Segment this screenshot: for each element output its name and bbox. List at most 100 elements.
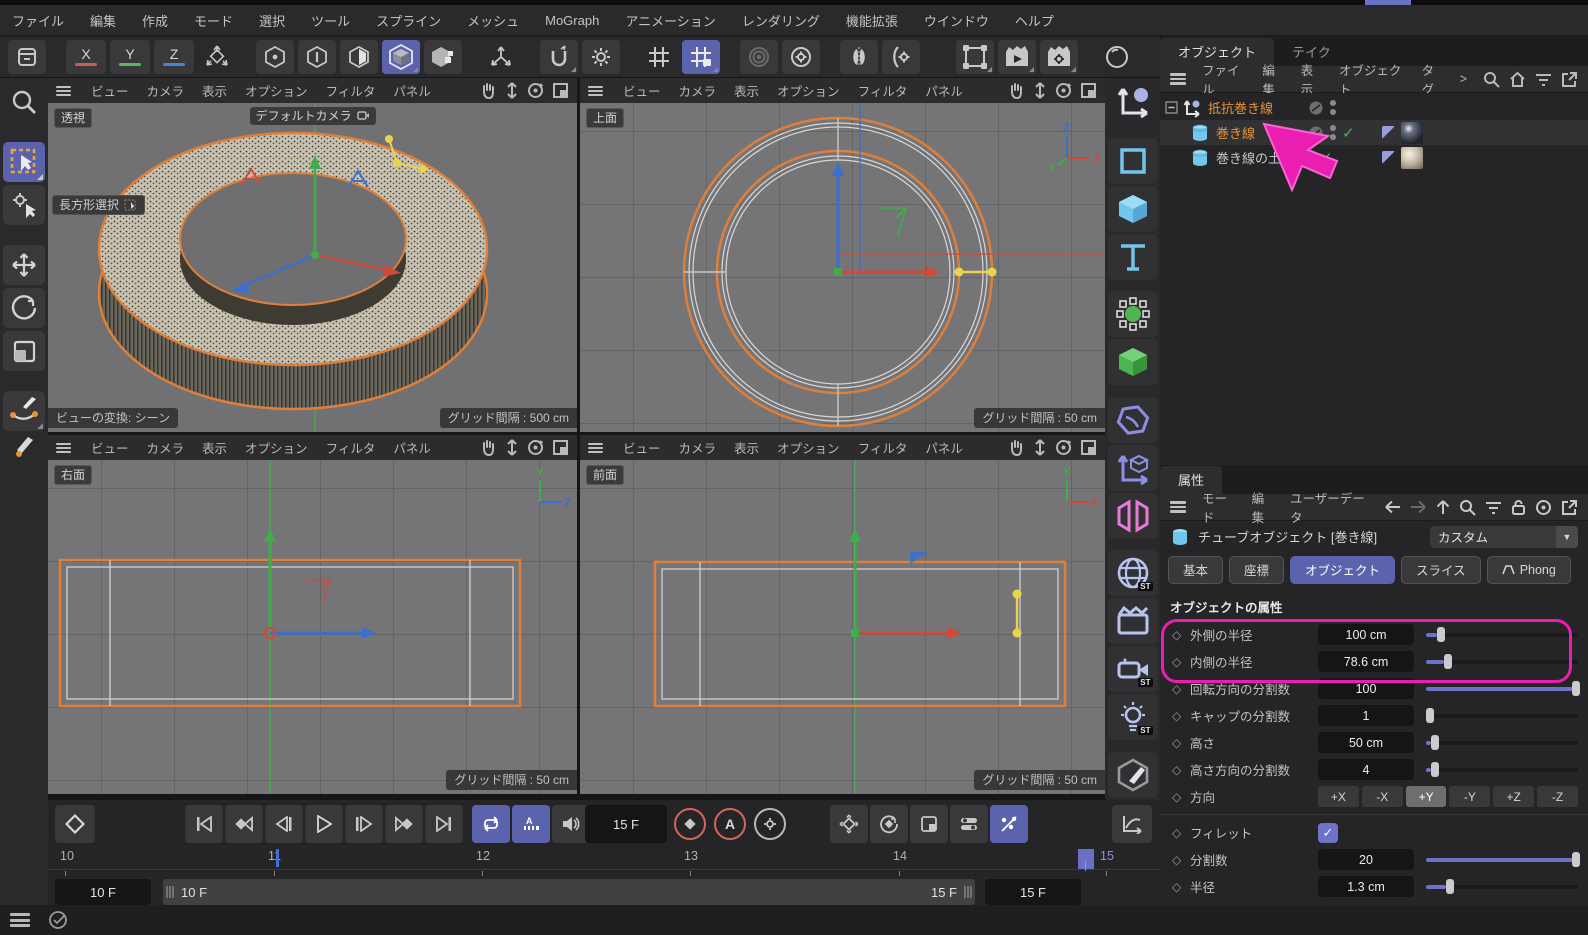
render-view-icon[interactable] <box>956 40 994 74</box>
vp-menu-view[interactable]: ビュー <box>623 81 661 100</box>
key-parameter-icon[interactable] <box>950 805 988 843</box>
playhead[interactable] <box>1078 849 1094 869</box>
rotate-view-icon[interactable] <box>527 82 544 99</box>
rotate-view-icon[interactable] <box>1055 439 1072 456</box>
vp-menu-panel[interactable]: パネル <box>393 81 431 100</box>
forward-icon[interactable] <box>1410 500 1427 514</box>
material-tag-beige[interactable] <box>1401 147 1423 169</box>
inner-radius-field[interactable]: 78.6 cm <box>1318 651 1414 672</box>
goto-end-icon[interactable] <box>425 805 463 843</box>
vp-menu-display[interactable]: 表示 <box>202 81 227 100</box>
orientation-plus-z[interactable]: +Z <box>1493 786 1534 807</box>
vp-menu-view[interactable]: ビュー <box>91 438 129 457</box>
preset-dropdown[interactable]: カスタム▼ <box>1430 526 1578 548</box>
key-rotation-icon[interactable] <box>870 805 908 843</box>
record-keyframe-icon[interactable] <box>670 805 710 843</box>
vp-menu-panel[interactable]: パネル <box>925 438 963 457</box>
visibility-dots[interactable] <box>1330 100 1336 115</box>
viewport-right[interactable]: ビュー カメラ 表示 オプション フィルタ パネル <box>48 435 577 794</box>
vp-menu-camera[interactable]: カメラ <box>147 81 185 100</box>
viewport-menu-icon[interactable] <box>56 86 71 96</box>
current-frame-field[interactable]: 15 F <box>585 805 667 843</box>
prev-frame-icon[interactable] <box>265 805 303 843</box>
menu-spline[interactable]: スプライン <box>376 11 441 30</box>
vp-menu-camera[interactable]: カメラ <box>679 81 717 100</box>
instance-icon[interactable] <box>1108 445 1158 491</box>
collapse-icon[interactable] <box>1165 101 1178 114</box>
perspective-scene[interactable]: 透視 デフォルトカメラ 長方形選択 ビューの変換: シーン グリッド間隔 : 5… <box>48 103 577 432</box>
next-key-icon[interactable] <box>385 805 423 843</box>
rotation-segments-field[interactable]: 100 <box>1318 678 1414 699</box>
scale-icon[interactable] <box>3 331 45 371</box>
height-slider[interactable] <box>1426 732 1578 753</box>
enable-check-icon[interactable]: ✓ <box>1342 124 1355 142</box>
range-start-field[interactable]: 10 F <box>55 879 151 905</box>
play-icon[interactable] <box>305 805 343 843</box>
fillet-radius-slider[interactable] <box>1426 876 1578 897</box>
object-axis-mode-icon[interactable] <box>424 40 462 74</box>
vp-menu-filter[interactable]: フィルタ <box>858 81 908 100</box>
filter-icon[interactable] <box>1535 72 1552 87</box>
symmetry-icon[interactable] <box>840 40 878 74</box>
zoom-view-icon[interactable] <box>1033 82 1047 99</box>
keying-settings-icon[interactable] <box>750 805 790 843</box>
layer-toggle-icon[interactable] <box>1308 100 1324 116</box>
pan-hand-icon[interactable] <box>1008 439 1025 456</box>
timeline-ruler[interactable]: 10 11 12 13 14 15 <box>48 847 1160 869</box>
tube-object-type-icon[interactable] <box>1190 148 1210 168</box>
pen-icon[interactable] <box>3 434 45 458</box>
autokey-range-icon[interactable]: A <box>512 805 550 843</box>
vp-menu-panel[interactable]: パネル <box>925 81 963 100</box>
material-tag-dark[interactable] <box>1401 122 1423 144</box>
object-name[interactable]: 巻き線の土台.. <box>1216 148 1301 167</box>
search-icon[interactable] <box>1483 71 1500 88</box>
lock-icon[interactable] <box>1511 499 1526 516</box>
tree-row-coil[interactable]: 巻き線 ✓ <box>1160 120 1588 145</box>
maximize-view-icon[interactable] <box>552 439 569 456</box>
menu-mode[interactable]: モード <box>194 11 233 30</box>
symmetry-generator-icon[interactable] <box>1108 493 1158 539</box>
isolate-icon[interactable] <box>740 40 778 74</box>
snap-icon[interactable] <box>540 40 578 74</box>
zoom-view-icon[interactable] <box>505 439 519 456</box>
make-editable-icon[interactable] <box>8 40 46 74</box>
range-end-field[interactable]: 15 F <box>985 879 1081 905</box>
popout-icon[interactable] <box>1561 499 1578 516</box>
fillet-checkbox[interactable]: ✓ <box>1318 823 1338 843</box>
vp-menu-display[interactable]: 表示 <box>734 81 759 100</box>
right-scene[interactable]: Y Z 右面 グリッド間隔 : 50 cm <box>48 460 577 794</box>
viewport-perspective[interactable]: ビュー カメラ 表示 オプション フィルタ パネル <box>48 78 577 432</box>
menu-edit[interactable]: 編集 <box>90 11 116 30</box>
outer-radius-field[interactable]: 100 cm <box>1318 624 1414 645</box>
range-right-handle[interactable] <box>961 879 975 905</box>
vp-menu-display[interactable]: 表示 <box>202 438 227 457</box>
vp-menu-display[interactable]: 表示 <box>734 438 759 457</box>
tool-settings-icon[interactable] <box>3 185 45 225</box>
fillet-segments-slider[interactable] <box>1426 849 1578 870</box>
object-name[interactable]: 巻き線 <box>1216 123 1255 142</box>
viewport-top[interactable]: ビュー カメラ 表示 オプション フィルタ パネル <box>580 78 1105 432</box>
prev-key-icon[interactable] <box>225 805 263 843</box>
vp-menu-view[interactable]: ビュー <box>91 81 129 100</box>
object-name[interactable]: 抵抗巻き線 <box>1208 98 1273 117</box>
move-icon[interactable] <box>3 245 45 285</box>
lock-workplane-icon[interactable] <box>682 40 720 74</box>
viewport-menu-icon[interactable] <box>588 86 603 96</box>
snap-settings-icon[interactable] <box>582 40 620 74</box>
attr-menu-mode[interactable]: モード <box>1202 488 1236 526</box>
tab-basic[interactable]: 基本 <box>1168 556 1223 584</box>
vp-menu-options[interactable]: オプション <box>245 81 308 100</box>
rotate-view-icon[interactable] <box>527 439 544 456</box>
vp-menu-camera[interactable]: カメラ <box>679 438 717 457</box>
tab-slice[interactable]: スライス <box>1401 556 1481 584</box>
key-position-icon[interactable] <box>830 805 868 843</box>
tree-row-coil-null[interactable]: 抵抗巻き線 <box>1160 95 1588 120</box>
filter-icon[interactable] <box>1485 500 1502 515</box>
preview-range-bar[interactable]: 10 F 15 F <box>163 879 975 905</box>
search-icon[interactable] <box>3 82 45 122</box>
goto-start-icon[interactable] <box>185 805 223 843</box>
target-icon[interactable] <box>1535 499 1552 516</box>
spline-pen-icon[interactable] <box>3 391 45 431</box>
parameter-diamond-icon[interactable]: ◇ <box>1172 736 1190 750</box>
phong-tag-icon[interactable] <box>1382 151 1395 164</box>
